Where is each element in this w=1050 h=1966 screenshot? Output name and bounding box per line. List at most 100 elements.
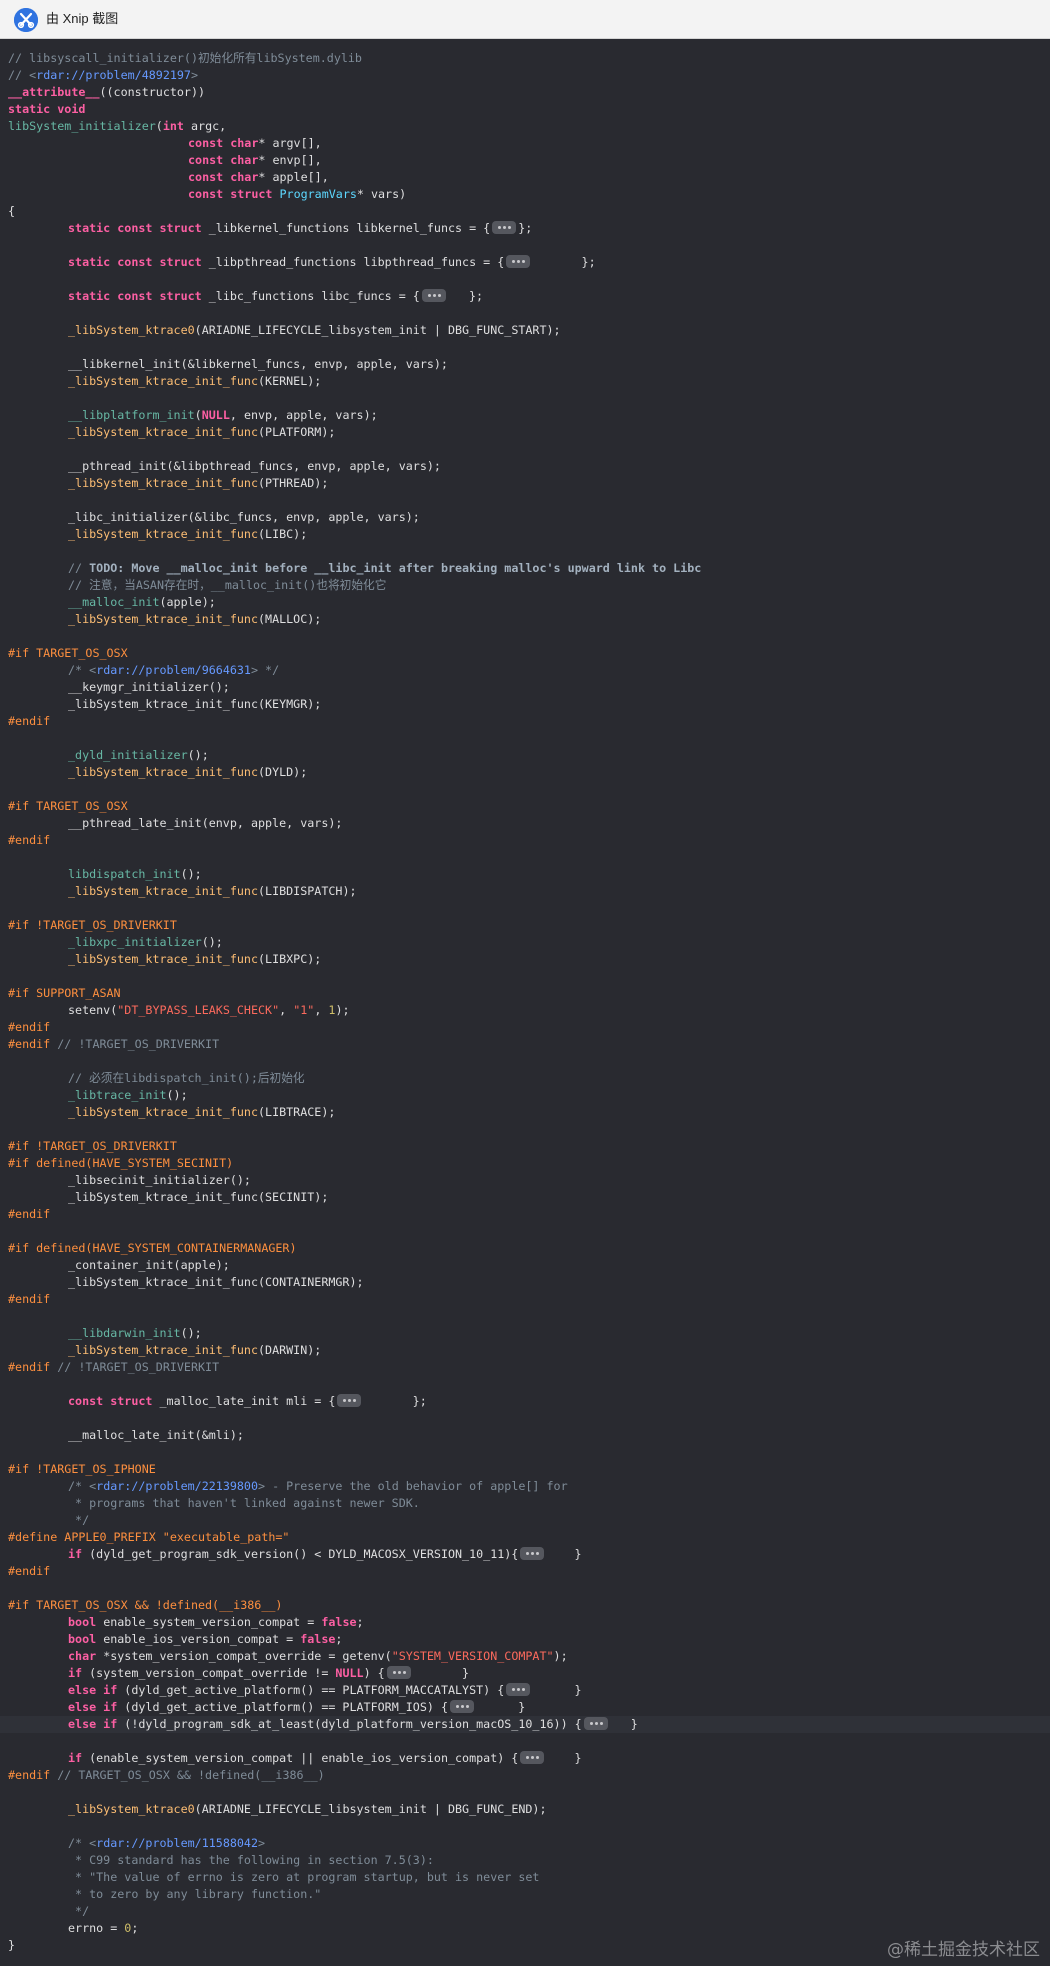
code-line[interactable]: _libxpc_initializer(); [0, 934, 1050, 951]
code-line[interactable]: _libSystem_ktrace_init_func(PTHREAD); [0, 475, 1050, 492]
code-line[interactable] [0, 1376, 1050, 1393]
code-line[interactable]: #if defined(HAVE_SYSTEM_CONTAINERMANAGER… [0, 1240, 1050, 1257]
code-line[interactable]: _libsecinit_initializer(); [0, 1172, 1050, 1189]
code-line[interactable]: __libplatform_init(NULL, envp, apple, va… [0, 407, 1050, 424]
code-line[interactable]: __libdarwin_init(); [0, 1325, 1050, 1342]
code-editor[interactable]: // libsyscall_initializer()初始化所有libSyste… [0, 50, 1050, 1966]
code-line[interactable]: if (enable_system_version_compat || enab… [0, 1750, 1050, 1767]
code-line[interactable] [0, 237, 1050, 254]
code-line[interactable]: #endif [0, 1291, 1050, 1308]
code-line[interactable] [0, 1308, 1050, 1325]
folded-code-ellipsis-icon[interactable] [506, 255, 531, 268]
code-line[interactable] [0, 1818, 1050, 1835]
code-line[interactable]: #endif [0, 832, 1050, 849]
code-line[interactable]: char *system_version_compat_override = g… [0, 1648, 1050, 1665]
code-line[interactable]: #endif [0, 1206, 1050, 1223]
code-line[interactable]: _libSystem_ktrace0(ARIADNE_LIFECYCLE_lib… [0, 1801, 1050, 1818]
code-line[interactable]: bool enable_system_version_compat = fals… [0, 1614, 1050, 1631]
code-line[interactable]: else if (dyld_get_active_platform() == P… [0, 1699, 1050, 1716]
code-line[interactable]: static const struct _libpthread_function… [0, 254, 1050, 271]
code-line[interactable] [0, 492, 1050, 509]
code-line[interactable]: #endif // !TARGET_OS_DRIVERKIT [0, 1036, 1050, 1053]
code-line[interactable]: __attribute__((constructor)) [0, 84, 1050, 101]
code-line[interactable] [0, 730, 1050, 747]
code-line[interactable]: _container_init(apple); [0, 1257, 1050, 1274]
code-line[interactable]: else if (!dyld_program_sdk_at_least(dyld… [0, 1716, 1050, 1733]
code-line[interactable]: __keymgr_initializer(); [0, 679, 1050, 696]
code-line[interactable]: #if !TARGET_OS_DRIVERKIT [0, 917, 1050, 934]
code-line[interactable]: libdispatch_init(); [0, 866, 1050, 883]
code-line[interactable] [0, 271, 1050, 288]
folded-code-ellipsis-icon[interactable] [506, 1683, 531, 1696]
code-line[interactable]: #endif [0, 1563, 1050, 1580]
code-line[interactable]: _dyld_initializer(); [0, 747, 1050, 764]
code-line[interactable] [0, 900, 1050, 917]
code-line[interactable]: */ [0, 1903, 1050, 1920]
code-line[interactable] [0, 849, 1050, 866]
code-line[interactable]: #endif [0, 1019, 1050, 1036]
code-line[interactable]: _libc_initializer(&libc_funcs, envp, app… [0, 509, 1050, 526]
code-line[interactable]: const struct _malloc_late_init mli = { }… [0, 1393, 1050, 1410]
code-line[interactable]: const char* argv[], [0, 135, 1050, 152]
code-line[interactable]: bool enable_ios_version_compat = false; [0, 1631, 1050, 1648]
code-line[interactable]: if (system_version_compat_override != NU… [0, 1665, 1050, 1682]
code-line[interactable]: _libSystem_ktrace_init_func(PLATFORM); [0, 424, 1050, 441]
code-line[interactable]: _libSystem_ktrace_init_func(SECINIT); [0, 1189, 1050, 1206]
code-line[interactable]: _libSystem_ktrace_init_func(MALLOC); [0, 611, 1050, 628]
code-line[interactable] [0, 1733, 1050, 1750]
code-line[interactable]: static const struct _libkernel_functions… [0, 220, 1050, 237]
code-line[interactable] [0, 1784, 1050, 1801]
code-line[interactable]: #if SUPPORT_ASAN [0, 985, 1050, 1002]
code-line[interactable] [0, 968, 1050, 985]
folded-code-ellipsis-icon[interactable] [449, 1700, 474, 1713]
folded-code-ellipsis-icon[interactable] [492, 221, 517, 234]
code-line[interactable]: _libSystem_ktrace_init_func(KEYMGR); [0, 696, 1050, 713]
code-line[interactable]: _libSystem_ktrace_init_func(DYLD); [0, 764, 1050, 781]
code-line[interactable]: _libSystem_ktrace_init_func(KERNEL); [0, 373, 1050, 390]
code-line[interactable]: const char* envp[], [0, 152, 1050, 169]
code-line[interactable] [0, 339, 1050, 356]
code-line[interactable]: #if TARGET_OS_OSX && !defined(__i386__) [0, 1597, 1050, 1614]
code-line[interactable]: // 注意，当ASAN存在时，__malloc_init()也将初始化它 [0, 577, 1050, 594]
code-line[interactable]: #endif // !TARGET_OS_DRIVERKIT [0, 1359, 1050, 1376]
code-line[interactable]: _libSystem_ktrace_init_func(DARWIN); [0, 1342, 1050, 1359]
code-line[interactable]: const char* apple[], [0, 169, 1050, 186]
code-line[interactable]: static const struct _libc_functions libc… [0, 288, 1050, 305]
code-line[interactable]: _libSystem_ktrace_init_func(CONTAINERMGR… [0, 1274, 1050, 1291]
code-line[interactable] [0, 543, 1050, 560]
code-line[interactable]: /* <rdar://problem/22139800> - Preserve … [0, 1478, 1050, 1495]
code-line[interactable]: _libSystem_ktrace_init_func(LIBTRACE); [0, 1104, 1050, 1121]
code-line[interactable]: * "The value of errno is zero at program… [0, 1869, 1050, 1886]
code-line[interactable]: libSystem_initializer(int argc, [0, 118, 1050, 135]
code-line[interactable] [0, 1121, 1050, 1138]
code-line[interactable]: else if (dyld_get_active_platform() == P… [0, 1682, 1050, 1699]
code-line[interactable] [0, 1053, 1050, 1070]
code-line[interactable] [0, 781, 1050, 798]
code-line[interactable]: #endif // TARGET_OS_OSX && !defined(__i3… [0, 1767, 1050, 1784]
code-line[interactable]: { [0, 203, 1050, 220]
code-line[interactable]: __pthread_init(&libpthread_funcs, envp, … [0, 458, 1050, 475]
code-line[interactable]: const struct ProgramVars* vars) [0, 186, 1050, 203]
code-line[interactable]: __malloc_late_init(&mli); [0, 1427, 1050, 1444]
code-line[interactable] [0, 1580, 1050, 1597]
code-line[interactable]: * programs that haven't linked against n… [0, 1495, 1050, 1512]
code-line[interactable]: #if !TARGET_OS_DRIVERKIT [0, 1138, 1050, 1155]
folded-code-ellipsis-icon[interactable] [337, 1394, 362, 1407]
code-line[interactable] [0, 1223, 1050, 1240]
code-line[interactable]: _libSystem_ktrace0(ARIADNE_LIFECYCLE_lib… [0, 322, 1050, 339]
code-line[interactable]: // TODO: Move __malloc_init before __lib… [0, 560, 1050, 577]
code-line[interactable]: #if TARGET_OS_OSX [0, 798, 1050, 815]
code-line[interactable]: #if !TARGET_OS_IPHONE [0, 1461, 1050, 1478]
code-line[interactable]: // <rdar://problem/4892197> [0, 67, 1050, 84]
code-line[interactable]: _libSystem_ktrace_init_func(LIBDISPATCH)… [0, 883, 1050, 900]
folded-code-ellipsis-icon[interactable] [520, 1547, 545, 1560]
code-line[interactable]: _libtrace_init(); [0, 1087, 1050, 1104]
code-line[interactable]: #endif [0, 713, 1050, 730]
code-line[interactable] [0, 628, 1050, 645]
folded-code-ellipsis-icon[interactable] [520, 1751, 545, 1764]
code-line[interactable]: __malloc_init(apple); [0, 594, 1050, 611]
code-line[interactable]: if (dyld_get_program_sdk_version() < DYL… [0, 1546, 1050, 1563]
code-line[interactable] [0, 1444, 1050, 1461]
code-line[interactable]: static void [0, 101, 1050, 118]
code-line[interactable] [0, 1410, 1050, 1427]
